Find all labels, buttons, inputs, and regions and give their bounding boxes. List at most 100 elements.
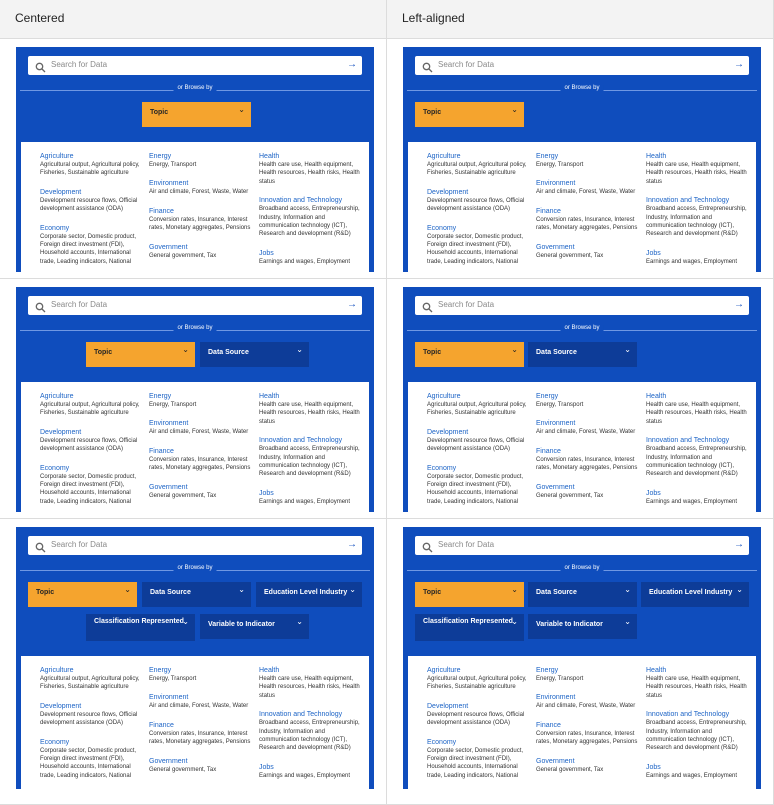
topic-link-agriculture[interactable]: Agriculture <box>427 666 531 675</box>
chevron-down-icon: ⌄ <box>511 105 518 114</box>
topic-link-economy[interactable]: Economy <box>40 464 144 473</box>
topic-description: Conversion rates, Insurance, Interest ra… <box>536 216 638 232</box>
classification-dropdown[interactable]: Classification Represented ⌄ <box>86 614 195 641</box>
topic-link-health[interactable]: Health <box>259 392 365 401</box>
topic-link-energy[interactable]: Energy <box>149 392 253 401</box>
search-input[interactable]: Search for Data → <box>415 536 749 555</box>
topic-link-agriculture[interactable]: Agriculture <box>40 152 144 161</box>
browse-widget: Search for Data → or Browse by Topic ⌄ Data S… <box>403 527 761 789</box>
topic-dropdown[interactable]: Topic ⌄ <box>142 102 251 127</box>
education-dropdown[interactable]: Education Level Industry ⌄ <box>256 582 362 607</box>
search-input[interactable]: Search for Data → <box>415 296 749 315</box>
variable-dropdown[interactable]: Variable to Indicator ⌄ <box>200 614 309 639</box>
data-source-dropdown[interactable]: Data Source ⌄ <box>142 582 251 607</box>
topic-link-agriculture[interactable]: Agriculture <box>40 666 144 675</box>
topic-link-economy[interactable]: Economy <box>427 738 531 747</box>
arrow-right-icon[interactable]: → <box>734 299 744 310</box>
topic-link-energy[interactable]: Energy <box>149 666 253 675</box>
topic-link-jobs[interactable]: Jobs <box>259 763 365 772</box>
topic-link-environment[interactable]: Environment <box>149 419 253 428</box>
cell-centered: Search for Data → or Browse by Topic ⌄ Agricu… <box>0 39 387 279</box>
topic-link-government[interactable]: Government <box>536 243 640 252</box>
topic-link-energy[interactable]: Energy <box>536 666 640 675</box>
topic-link-innovation-and-technology[interactable]: Innovation and Technology <box>259 196 365 205</box>
topic-link-government[interactable]: Government <box>149 483 253 492</box>
topic-dropdown[interactable]: Topic ⌄ <box>415 342 524 367</box>
topic-link-finance[interactable]: Finance <box>536 447 640 456</box>
arrow-right-icon[interactable]: → <box>347 299 357 310</box>
topic-link-jobs[interactable]: Jobs <box>646 249 752 258</box>
topic-link-agriculture[interactable]: Agriculture <box>427 152 531 161</box>
variable-label: Variable to Indicator <box>208 621 275 628</box>
data-source-dropdown[interactable]: Data Source ⌄ <box>528 582 637 607</box>
topic-link-health[interactable]: Health <box>646 666 752 675</box>
search-placeholder: Search for Data <box>51 60 108 69</box>
topic-link-agriculture[interactable]: Agriculture <box>40 392 144 401</box>
chevron-down-icon: ⌄ <box>624 617 631 626</box>
topic-link-development[interactable]: Development <box>40 702 144 711</box>
topic-link-economy[interactable]: Economy <box>427 464 531 473</box>
topic-link-finance[interactable]: Finance <box>536 207 640 216</box>
topic-link-development[interactable]: Development <box>40 188 144 197</box>
topic-link-finance[interactable]: Finance <box>536 721 640 730</box>
topic-description: Development resource flows, Official dev… <box>40 197 138 213</box>
topic-link-finance[interactable]: Finance <box>149 721 253 730</box>
arrow-right-icon[interactable]: → <box>347 59 357 70</box>
topic-link-energy[interactable]: Energy <box>536 392 640 401</box>
data-source-dropdown[interactable]: Data Source ⌄ <box>200 342 309 367</box>
topic-link-innovation-and-technology[interactable]: Innovation and Technology <box>646 710 752 719</box>
topic-dropdown[interactable]: Topic ⌄ <box>415 102 524 127</box>
topic-link-environment[interactable]: Environment <box>536 179 640 188</box>
variable-dropdown[interactable]: Variable to Indicator ⌄ <box>528 614 637 639</box>
variable-label: Variable to Indicator <box>536 621 603 628</box>
data-source-dropdown[interactable]: Data Source ⌄ <box>528 342 637 367</box>
topic-link-finance[interactable]: Finance <box>149 207 253 216</box>
arrow-right-icon[interactable]: → <box>734 539 744 550</box>
topic-link-innovation-and-technology[interactable]: Innovation and Technology <box>646 196 752 205</box>
classification-dropdown[interactable]: Classification Represented ⌄ <box>415 614 524 641</box>
topic-link-agriculture[interactable]: Agriculture <box>427 392 531 401</box>
topic-link-environment[interactable]: Environment <box>149 693 253 702</box>
arrow-right-icon[interactable]: → <box>734 59 744 70</box>
topic-dropdown[interactable]: Topic ⌄ <box>415 582 524 607</box>
topic-link-government[interactable]: Government <box>149 757 253 766</box>
topic-link-health[interactable]: Health <box>646 152 752 161</box>
topic-link-government[interactable]: Government <box>536 757 640 766</box>
topic-link-government[interactable]: Government <box>536 483 640 492</box>
topic-link-jobs[interactable]: Jobs <box>646 489 752 498</box>
topic-link-jobs[interactable]: Jobs <box>259 249 365 258</box>
topic-dropdown[interactable]: Topic ⌄ <box>86 342 195 367</box>
search-input[interactable]: Search for Data → <box>28 536 362 555</box>
arrow-right-icon[interactable]: → <box>347 539 357 550</box>
topic-link-development[interactable]: Development <box>427 188 531 197</box>
search-input[interactable]: Search for Data → <box>28 56 362 75</box>
topic-link-innovation-and-technology[interactable]: Innovation and Technology <box>259 436 365 445</box>
topic-link-energy[interactable]: Energy <box>149 152 253 161</box>
topic-link-jobs[interactable]: Jobs <box>259 489 365 498</box>
topic-link-health[interactable]: Health <box>646 392 752 401</box>
search-input[interactable]: Search for Data → <box>415 56 749 75</box>
topic-link-environment[interactable]: Environment <box>149 179 253 188</box>
topic-link-development[interactable]: Development <box>40 428 144 437</box>
topic-link-innovation-and-technology[interactable]: Innovation and Technology <box>646 436 752 445</box>
education-dropdown[interactable]: Education Level Industry ⌄ <box>641 582 749 607</box>
topic-link-environment[interactable]: Environment <box>536 693 640 702</box>
topic-link-jobs[interactable]: Jobs <box>646 763 752 772</box>
topic-description: Agricultural output, Agricultural policy… <box>40 162 140 177</box>
topic-link-health[interactable]: Health <box>259 666 365 675</box>
topic-link-economy[interactable]: Economy <box>40 738 144 747</box>
topic-link-energy[interactable]: Energy <box>536 152 640 161</box>
search-input[interactable]: Search for Data → <box>28 296 362 315</box>
topic-link-finance[interactable]: Finance <box>149 447 253 456</box>
cell-left-aligned: Search for Data → or Browse by Topic ⌄ Data S… <box>387 279 774 519</box>
topic-link-development[interactable]: Development <box>427 428 531 437</box>
topic-link-economy[interactable]: Economy <box>427 224 531 233</box>
topic-link-development[interactable]: Development <box>427 702 531 711</box>
topic-description: Development resource flows, Official dev… <box>427 197 525 213</box>
topic-link-government[interactable]: Government <box>149 243 253 252</box>
topic-link-innovation-and-technology[interactable]: Innovation and Technology <box>259 710 365 719</box>
topic-link-economy[interactable]: Economy <box>40 224 144 233</box>
topic-link-environment[interactable]: Environment <box>536 419 640 428</box>
topic-dropdown[interactable]: Topic ⌄ <box>28 582 137 607</box>
topic-link-health[interactable]: Health <box>259 152 365 161</box>
